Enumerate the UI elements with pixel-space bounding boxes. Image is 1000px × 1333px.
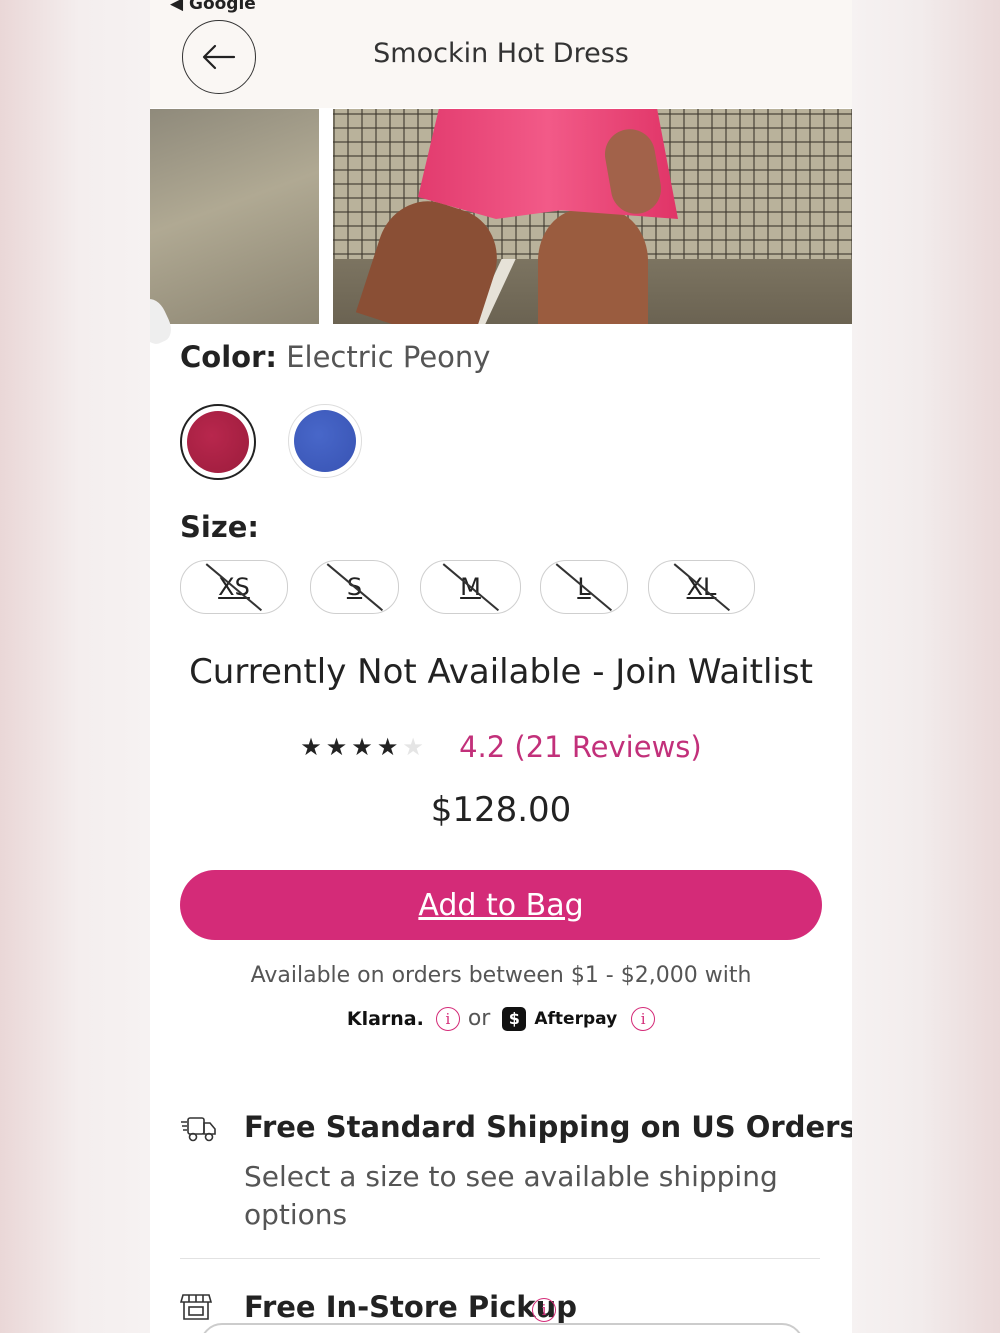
star-rating-icon: ★★★★★ [300,733,428,761]
size-option-xl[interactable]: XL [648,560,755,614]
swatch-electric-peony[interactable] [180,404,256,480]
swatch-blue[interactable] [288,404,362,478]
pickup-info-icon[interactable]: i [532,1298,556,1322]
page-title: Smockin Hot Dress [373,38,629,69]
size-option-xs[interactable]: XS [180,560,288,614]
bnpl-or: or [467,1006,491,1031]
bottom-sheet-edge [200,1323,804,1333]
size-selector: XS S M L XL [180,560,840,614]
afterpay-info-icon[interactable]: i [631,1006,656,1031]
pickup-title: Free In-Store Pickup [244,1290,577,1324]
klarna-logo: Klarna. [346,1007,424,1030]
phone-screen: Smockin Hot Dress Color: Electric Peony … [150,0,852,1333]
size-option-m[interactable]: M [420,560,521,614]
product-image-main[interactable] [333,109,852,324]
color-row: Color: Electric Peony [180,340,490,374]
afterpay-logo-icon: $ [502,1006,527,1031]
reviews-link[interactable]: 4.2 (21 Reviews) [459,730,702,764]
add-to-bag-button[interactable]: Add to Bag [180,870,822,940]
afterpay-logo: Afterpay [534,1008,618,1029]
size-option-l[interactable]: L [540,560,628,614]
shipping-subtitle: Select a size to see available shipping … [244,1160,778,1231]
rating-row[interactable]: ★★★★★ 4.2 (21 Reviews) [150,730,852,764]
price: $128.00 [430,790,572,830]
header: Smockin Hot Dress [150,0,852,108]
bnpl-text: Available on orders between $1 - $2,000 … [250,963,752,988]
klarna-info-icon[interactable]: i [435,1006,460,1031]
color-value: Electric Peony [286,340,491,374]
delivery-truck-icon [181,1117,216,1142]
bnpl-options: Klarna. i or $ Afterpay i [150,1006,852,1031]
availability-waitlist-link[interactable]: Currently Not Available - Join Waitlist [150,652,852,692]
divider [180,1258,820,1259]
size-option-s[interactable]: S [310,560,399,614]
store-icon [180,1294,212,1320]
shipping-title: Free Standard Shipping on US Orders [244,1110,852,1144]
status-back-to-app[interactable]: ◀ Google [170,0,256,14]
product-image-thumbnail[interactable] [150,109,319,349]
color-label: Color: [180,340,277,374]
size-label: Size: [180,510,259,544]
